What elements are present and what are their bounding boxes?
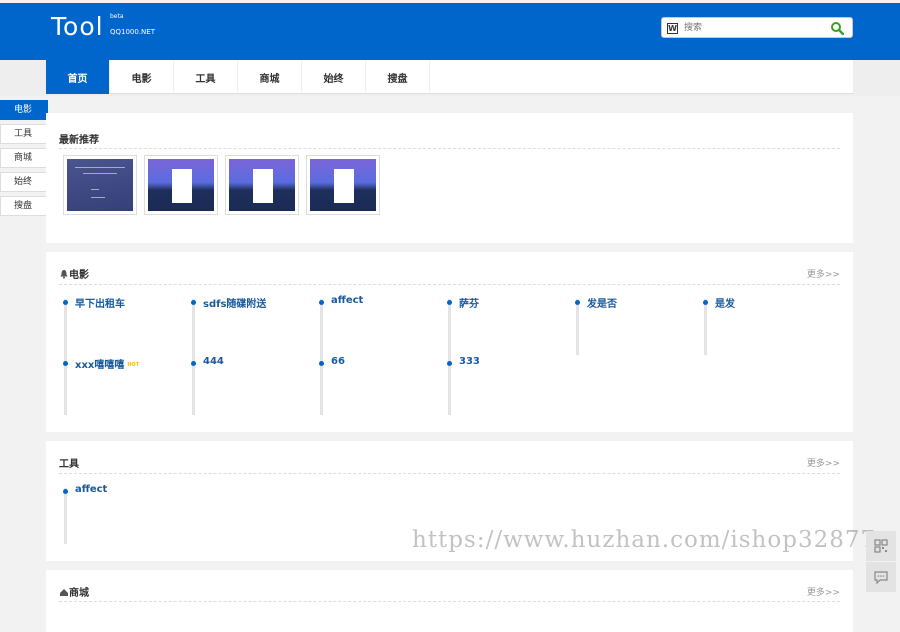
nav-item-search-disk[interactable]: 搜盘 [366,60,430,94]
main-nav: 首页 电影 工具 商城 始终 搜盘 [46,60,853,94]
more-link[interactable]: 更多>> [807,585,840,598]
mall-icon [60,589,68,596]
thumbnail-image [67,159,133,211]
bullet-icon [447,361,452,366]
thumbnail-image [148,159,214,211]
search-icon[interactable] [830,21,844,35]
list-item-label[interactable]: 发是否 [587,295,617,310]
header: Tool beta QQ1000.NET W [0,3,900,60]
list-item-label[interactable]: affect [331,295,363,306]
thumbnail-image [229,159,295,211]
bullet-icon [191,300,196,305]
movies-title: 电影 [59,266,89,281]
divider [59,148,840,149]
search-box: W [661,17,853,38]
list-item-label[interactable]: 66 [331,356,345,367]
list-item-label[interactable]: xxx嘻嘻嘻 HOT [75,356,139,371]
list-item-label[interactable]: 是发 [715,295,735,310]
search-input[interactable] [684,20,824,35]
movies-panel: 电影 更多>> 早下出租车 sdfs随碟附送 affect 萨芬 发是否 是发 … [46,252,853,432]
list-item-label[interactable]: 萨芬 [459,295,479,310]
qr-code-icon [874,539,888,553]
latest-panel: 最新推荐 [46,113,853,243]
sidebar-item-movies[interactable]: 电影 [0,100,48,120]
list-item-label[interactable]: affect [75,484,107,495]
sidebar-item-mall[interactable]: 商城 [0,148,48,168]
mall-panel: 商城 更多>> [46,570,853,632]
bell-icon [60,270,68,279]
sidebar-item-search-disk[interactable]: 搜盘 [0,196,48,216]
domain-text: QQ1000.NET [110,28,155,36]
thumbnail-list [63,155,387,215]
latest-title: 最新推荐 [59,135,99,146]
sidebar: 电影 工具 商城 始终 搜盘 [0,100,48,220]
sidebar-item-always[interactable]: 始终 [0,172,48,192]
more-link[interactable]: 更多>> [807,267,840,280]
mall-title-text: 商城 [69,588,89,599]
thumbnail[interactable] [306,155,380,215]
divider [59,284,840,285]
list-item-label[interactable]: 333 [459,356,480,367]
list-item-label[interactable]: 444 [203,356,224,367]
bullet-icon [63,361,68,366]
logo[interactable]: Tool [51,12,104,41]
more-link[interactable]: 更多>> [807,456,840,469]
nav-item-mall[interactable]: 商城 [238,60,302,94]
bullet-icon [63,300,68,305]
list-item-label[interactable]: 早下出租车 [75,295,125,310]
bullet-icon [63,489,68,494]
nav-item-home[interactable]: 首页 [46,60,110,94]
nav-item-movies[interactable]: 电影 [110,60,174,94]
sidebar-item-tools[interactable]: 工具 [0,124,48,144]
bullet-icon [319,361,324,366]
movies-title-text: 电影 [69,270,89,281]
divider [59,601,840,602]
nav-item-tools[interactable]: 工具 [174,60,238,94]
w-icon: W [667,23,678,34]
thumbnail[interactable] [144,155,218,215]
bullet-icon [575,300,580,305]
watermark: https://www.huzhan.com/ishop32877 [412,527,877,553]
list-item-label[interactable]: sdfs随碟附送 [203,295,266,310]
thumbnail[interactable] [63,155,137,215]
beta-tag: beta [110,13,124,20]
divider [59,473,840,474]
hot-badge: HOT [127,362,140,368]
bullet-icon [703,300,708,305]
qr-code-button[interactable] [866,531,896,561]
nav-item-always[interactable]: 始终 [302,60,366,94]
bullet-icon [447,300,452,305]
tools-title: 工具 [59,459,79,470]
chat-icon [874,571,888,585]
thumbnail[interactable] [225,155,299,215]
chat-button[interactable] [866,562,896,592]
mall-title: 商城 [59,584,89,599]
bullet-icon [191,361,196,366]
bullet-icon [319,300,324,305]
thumbnail-image [310,159,376,211]
